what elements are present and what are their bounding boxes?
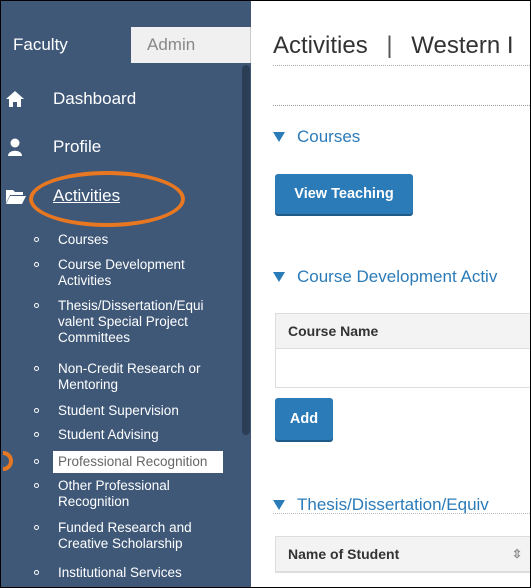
submenu-item-label: Student Supervision	[58, 403, 179, 418]
highlight-circle-annotation	[29, 171, 185, 227]
label-line: Creative Scholarship	[58, 536, 183, 551]
table-header: Course Name	[276, 314, 530, 349]
section-title: Course Development Activ	[297, 267, 498, 286]
label-line: Activities	[58, 273, 112, 288]
section-header-course-development[interactable]: Course Development Activ	[273, 267, 497, 287]
page-title: Activities | Western I	[273, 32, 514, 60]
submenu-item-label: Funded Research and Creative Scholarship	[58, 520, 218, 552]
label-line: Mentoring	[58, 377, 119, 392]
bullet-icon	[34, 525, 39, 530]
bullet-icon	[34, 237, 39, 242]
caret-down-icon	[273, 272, 285, 282]
submenu-item-label: Thesis/Dissertation/Equi valent Special P…	[58, 298, 218, 346]
section-header-thesis[interactable]: Thesis/Dissertation/Equiv	[273, 495, 489, 515]
section-divider	[273, 105, 530, 106]
bullet-icon	[34, 432, 39, 437]
label-line: Thesis/Dissertation/Equi	[58, 298, 204, 313]
column-header-course-name[interactable]: Course Name	[288, 323, 378, 339]
bullet-icon	[34, 483, 39, 488]
bullet-icon	[34, 570, 39, 575]
label-line: Recognition	[58, 494, 130, 509]
label-line: Funded Research and	[58, 520, 192, 535]
sidebar-item-label: Dashboard	[53, 89, 137, 108]
title-divider	[273, 65, 530, 66]
table-header: Name of Student ⇳	[276, 537, 530, 572]
title-separator: |	[386, 32, 393, 59]
folder-open-icon	[5, 186, 26, 206]
sidebar-item-profile[interactable]: Profile	[1, 132, 101, 162]
section-title: Thesis/Dissertation/Equiv	[297, 495, 489, 514]
home-icon	[5, 89, 25, 109]
table-row	[276, 349, 530, 387]
submenu-item-professional-recognition[interactable]: Professional Recognition	[1, 451, 241, 473]
caret-down-icon	[273, 500, 285, 510]
submenu-item-label: Institutional Services	[58, 565, 182, 580]
sidebar-item-label: Profile	[53, 137, 102, 156]
bullet-icon	[34, 262, 39, 267]
thesis-table: Name of Student ⇳	[275, 536, 530, 573]
bullet-icon	[34, 303, 39, 308]
page-title-text: Activities	[273, 32, 368, 59]
label-line: Committees	[58, 330, 131, 345]
sidebar-item-dashboard[interactable]: Dashboard	[1, 84, 136, 114]
submenu-item-label: Course Development Activities	[58, 257, 218, 289]
column-header-name-of-student[interactable]: Name of Student	[288, 546, 399, 562]
bullet-icon	[34, 459, 39, 464]
user-icon	[5, 137, 25, 157]
active-item-highlight: Professional Recognition	[53, 451, 223, 473]
submenu-item-label: Non-Credit Research or Mentoring	[58, 361, 218, 393]
label-line: Course Development	[58, 257, 185, 272]
course-development-table: Course Name	[275, 313, 530, 388]
main-content: Activities | Western I Courses View Teac…	[251, 1, 530, 587]
submenu-item-label: Student Advising	[58, 427, 159, 442]
label-line: Non-Credit Research or	[58, 361, 201, 376]
tab-admin[interactable]: Admin	[131, 27, 251, 63]
sidebar: Faculty Admin Dashboard Profile Activiti…	[1, 1, 251, 587]
caret-down-icon	[273, 132, 285, 142]
bullet-icon	[34, 366, 39, 371]
label-line: valent Special Project	[58, 314, 188, 329]
section-divider	[273, 513, 530, 514]
role-tabs: Faculty Admin	[1, 27, 251, 63]
page-title-suffix: Western I	[411, 32, 514, 59]
bullet-icon	[34, 408, 39, 413]
add-button[interactable]: Add	[275, 398, 333, 440]
tab-faculty[interactable]: Faculty	[1, 27, 131, 63]
sort-icon[interactable]: ⇳	[512, 537, 522, 571]
submenu-item-label: Courses	[58, 232, 109, 247]
submenu-item-label: Other Professional Recognition	[58, 478, 218, 510]
section-title: Courses	[297, 127, 361, 146]
app-frame: Faculty Admin Dashboard Profile Activiti…	[0, 0, 531, 588]
label-line: Other Professional	[58, 478, 170, 493]
submenu-item-label: Professional Recognition	[58, 454, 208, 469]
sidebar-scrollbar[interactable]	[242, 65, 250, 435]
view-teaching-button[interactable]: View Teaching	[275, 174, 413, 214]
section-header-courses[interactable]: Courses	[273, 127, 360, 147]
